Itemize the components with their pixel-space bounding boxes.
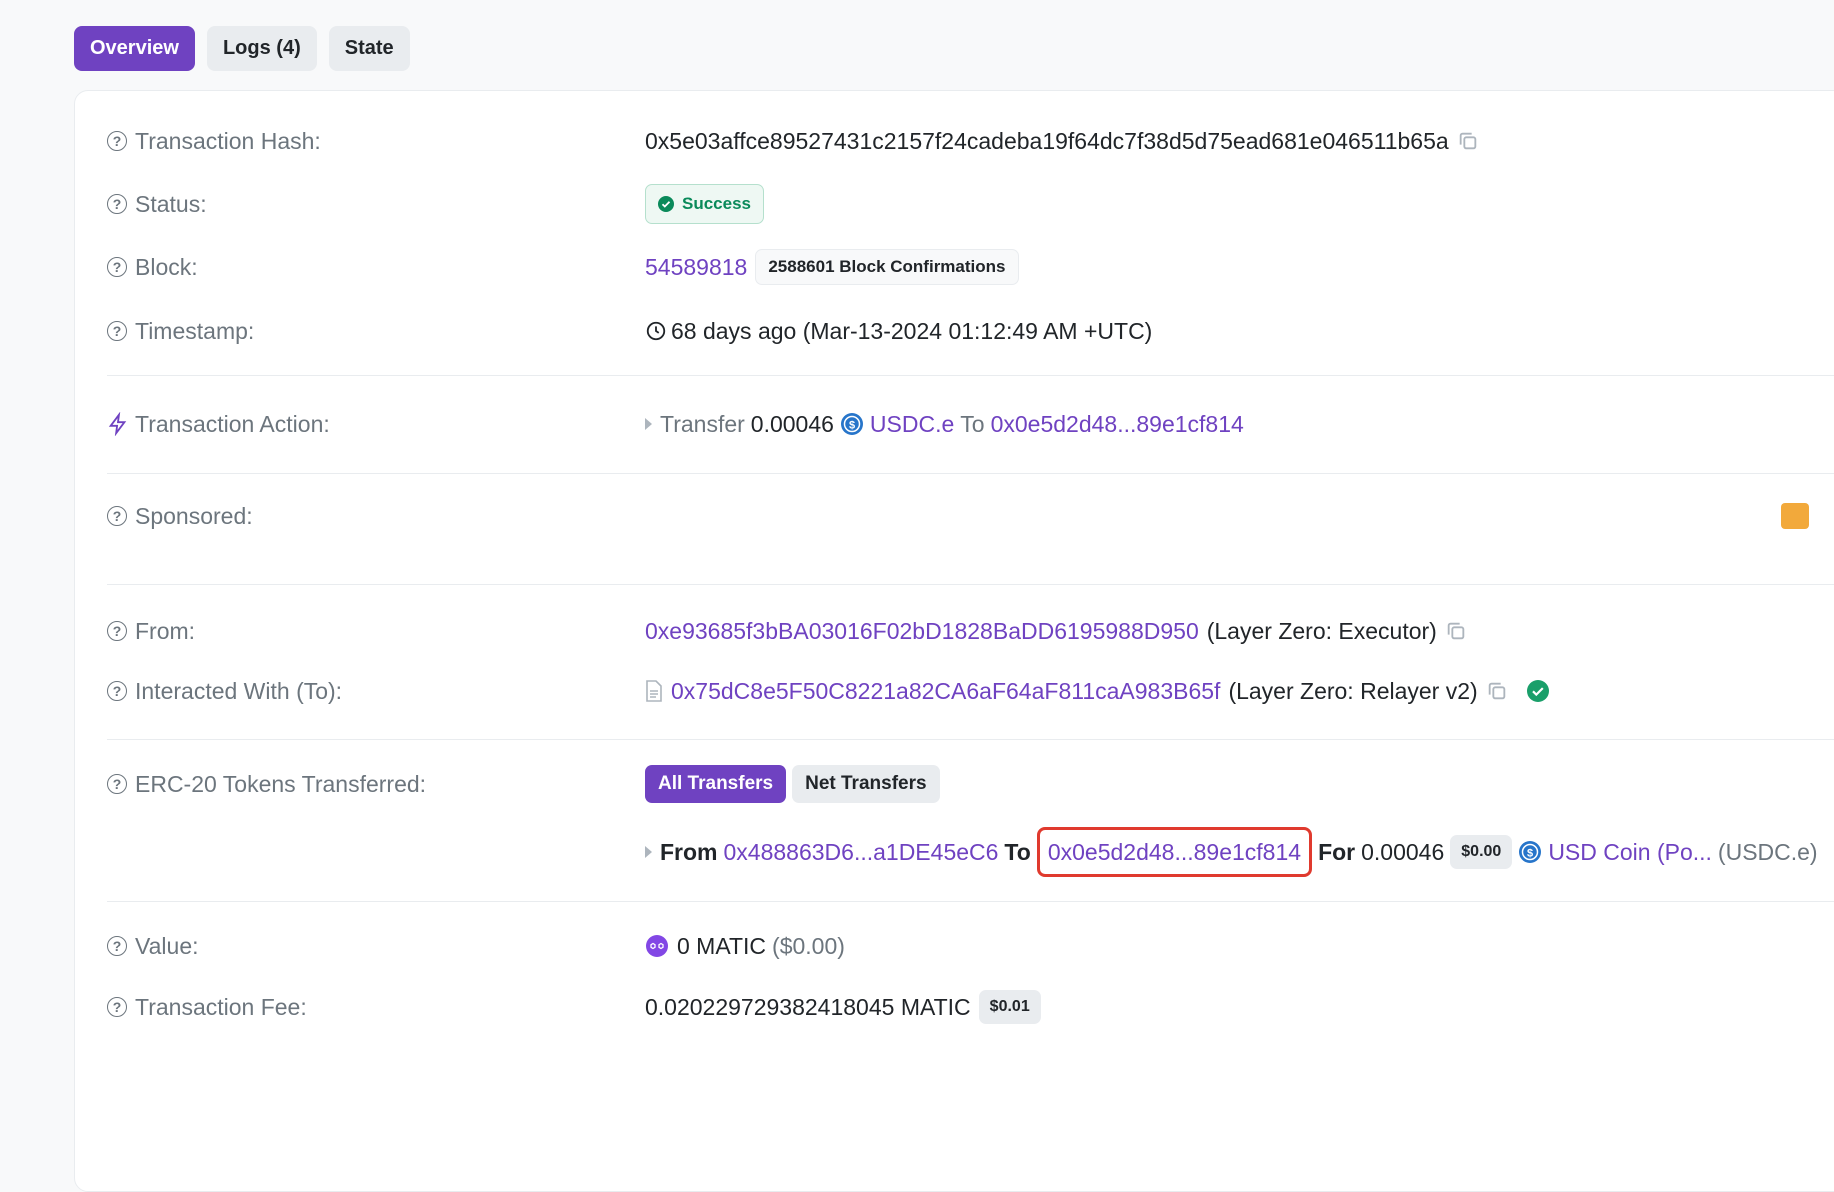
svg-text:$: $ bbox=[849, 420, 855, 432]
to-address-name: (Layer Zero: Relayer v2) bbox=[1228, 677, 1478, 704]
divider bbox=[107, 584, 1834, 585]
tab-state[interactable]: State bbox=[328, 26, 410, 71]
divider bbox=[107, 739, 1834, 740]
verified-check-icon bbox=[1526, 680, 1549, 702]
from-address-link[interactable]: 0xe93685f3bBA03016F02bD1828BaDD6195988D9… bbox=[645, 618, 1199, 645]
confirmations-badge: 2588601 Block Confirmations bbox=[755, 249, 1019, 285]
transaction-hash-value: 0x5e03affce89527431c2157f24cadeba19f64dc… bbox=[645, 127, 1449, 154]
usdc-token-icon: $ bbox=[840, 413, 863, 435]
token-name-link[interactable]: USD Coin (Po... bbox=[1548, 839, 1712, 866]
fee-usd-badge: $0.01 bbox=[978, 990, 1041, 1024]
help-icon[interactable]: ? bbox=[107, 321, 127, 341]
all-transfers-tab[interactable]: All Transfers bbox=[645, 765, 787, 803]
timestamp-value: 68 days ago (Mar-13-2024 01:12:49 AM +UT… bbox=[671, 317, 1153, 344]
from-address-name: (Layer Zero: Executor) bbox=[1206, 617, 1437, 644]
tab-overview[interactable]: Overview bbox=[74, 26, 195, 71]
expand-caret-icon[interactable] bbox=[645, 846, 652, 858]
help-icon[interactable]: ? bbox=[107, 257, 127, 277]
contract-file-icon bbox=[646, 680, 662, 702]
highlighted-to-address: 0x0e5d2d48...89e1cf814 bbox=[1036, 827, 1313, 877]
help-icon[interactable]: ? bbox=[107, 936, 127, 956]
transfer-from-address-link[interactable]: 0x488863D6...a1DE45eC6 bbox=[724, 839, 999, 866]
value-usd: ($0.00) bbox=[772, 932, 845, 959]
to-address-link[interactable]: 0x75dC8e5F50C8221a82CA6aF64aF811caA983B6… bbox=[671, 678, 1220, 705]
row-transaction-action: Transaction Action: Transfer 0.00046 $ U… bbox=[75, 404, 1834, 444]
lightning-icon bbox=[108, 412, 127, 436]
divider bbox=[107, 375, 1834, 376]
help-icon[interactable]: ? bbox=[107, 774, 127, 794]
row-interacted-with: ? Interacted With (To): 0x75dC8e5F50C8221… bbox=[75, 671, 1834, 711]
value-amount: 0 MATIC bbox=[677, 932, 767, 959]
row-value: ? Value: 0 MATIC ($0.00) bbox=[75, 926, 1834, 966]
row-from: ? From: 0xe93685f3bBA03016F02bD1828BaDD61… bbox=[75, 611, 1834, 651]
tab-logs[interactable]: Logs (4) bbox=[206, 26, 317, 71]
row-transaction-hash: ? Transaction Hash: 0x5e03affce89527431c… bbox=[75, 121, 1834, 161]
row-token-transfer-item: From 0x488863D6...a1DE45eC6 To 0x0e5d2d4… bbox=[75, 827, 1834, 877]
copy-icon[interactable] bbox=[1457, 130, 1479, 152]
label-transaction-hash: ? Transaction Hash: bbox=[107, 121, 321, 161]
matic-token-icon bbox=[646, 935, 668, 957]
check-circle-icon bbox=[658, 196, 674, 212]
tab-bar: Overview Logs (4) State bbox=[74, 26, 410, 71]
row-block: ? Block: 54589818 2588601 Block Confirmat… bbox=[75, 247, 1834, 287]
fee-amount: 0.020229729382418045 MATIC bbox=[645, 993, 971, 1020]
divider bbox=[107, 901, 1834, 902]
help-icon[interactable]: ? bbox=[107, 997, 127, 1017]
expand-caret-icon[interactable] bbox=[645, 418, 652, 430]
help-icon[interactable]: ? bbox=[107, 621, 127, 641]
net-transfers-tab[interactable]: Net Transfers bbox=[792, 765, 940, 803]
token-symbol: (USDC.e) bbox=[1717, 838, 1818, 865]
transaction-overview-card: ? Transaction Hash: 0x5e03affce89527431c… bbox=[74, 90, 1834, 1192]
action-token-link[interactable]: USDC.e bbox=[870, 411, 954, 438]
copy-icon[interactable] bbox=[1486, 680, 1508, 702]
clock-icon bbox=[646, 321, 666, 341]
help-icon[interactable]: ? bbox=[107, 681, 127, 701]
copy-icon[interactable] bbox=[1445, 620, 1467, 642]
row-erc20-transfers: ? ERC-20 Tokens Transferred: All Transfer… bbox=[75, 764, 1834, 804]
svg-text:$: $ bbox=[1527, 848, 1533, 860]
status-badge: Success bbox=[645, 184, 764, 224]
transfer-to-address-link[interactable]: 0x0e5d2d48...89e1cf814 bbox=[1048, 839, 1301, 866]
usdc-token-icon: $ bbox=[1519, 841, 1542, 863]
help-icon[interactable]: ? bbox=[107, 131, 127, 151]
sponsored-ad-icon[interactable] bbox=[1781, 503, 1809, 529]
divider bbox=[107, 473, 1834, 474]
row-transaction-fee: ? Transaction Fee: 0.020229729382418045 M… bbox=[75, 987, 1834, 1027]
row-sponsored: ? Sponsored: bbox=[75, 496, 1834, 536]
usd-value-badge: $0.00 bbox=[1450, 835, 1513, 869]
row-status: ? Status: Success bbox=[75, 184, 1834, 224]
action-to-address-link[interactable]: 0x0e5d2d48...89e1cf814 bbox=[991, 411, 1244, 438]
help-icon[interactable]: ? bbox=[107, 194, 127, 214]
help-icon[interactable]: ? bbox=[107, 506, 127, 526]
block-number-link[interactable]: 54589818 bbox=[645, 254, 747, 281]
row-timestamp: ? Timestamp: 68 days ago (Mar-13-2024 01:… bbox=[75, 311, 1834, 351]
